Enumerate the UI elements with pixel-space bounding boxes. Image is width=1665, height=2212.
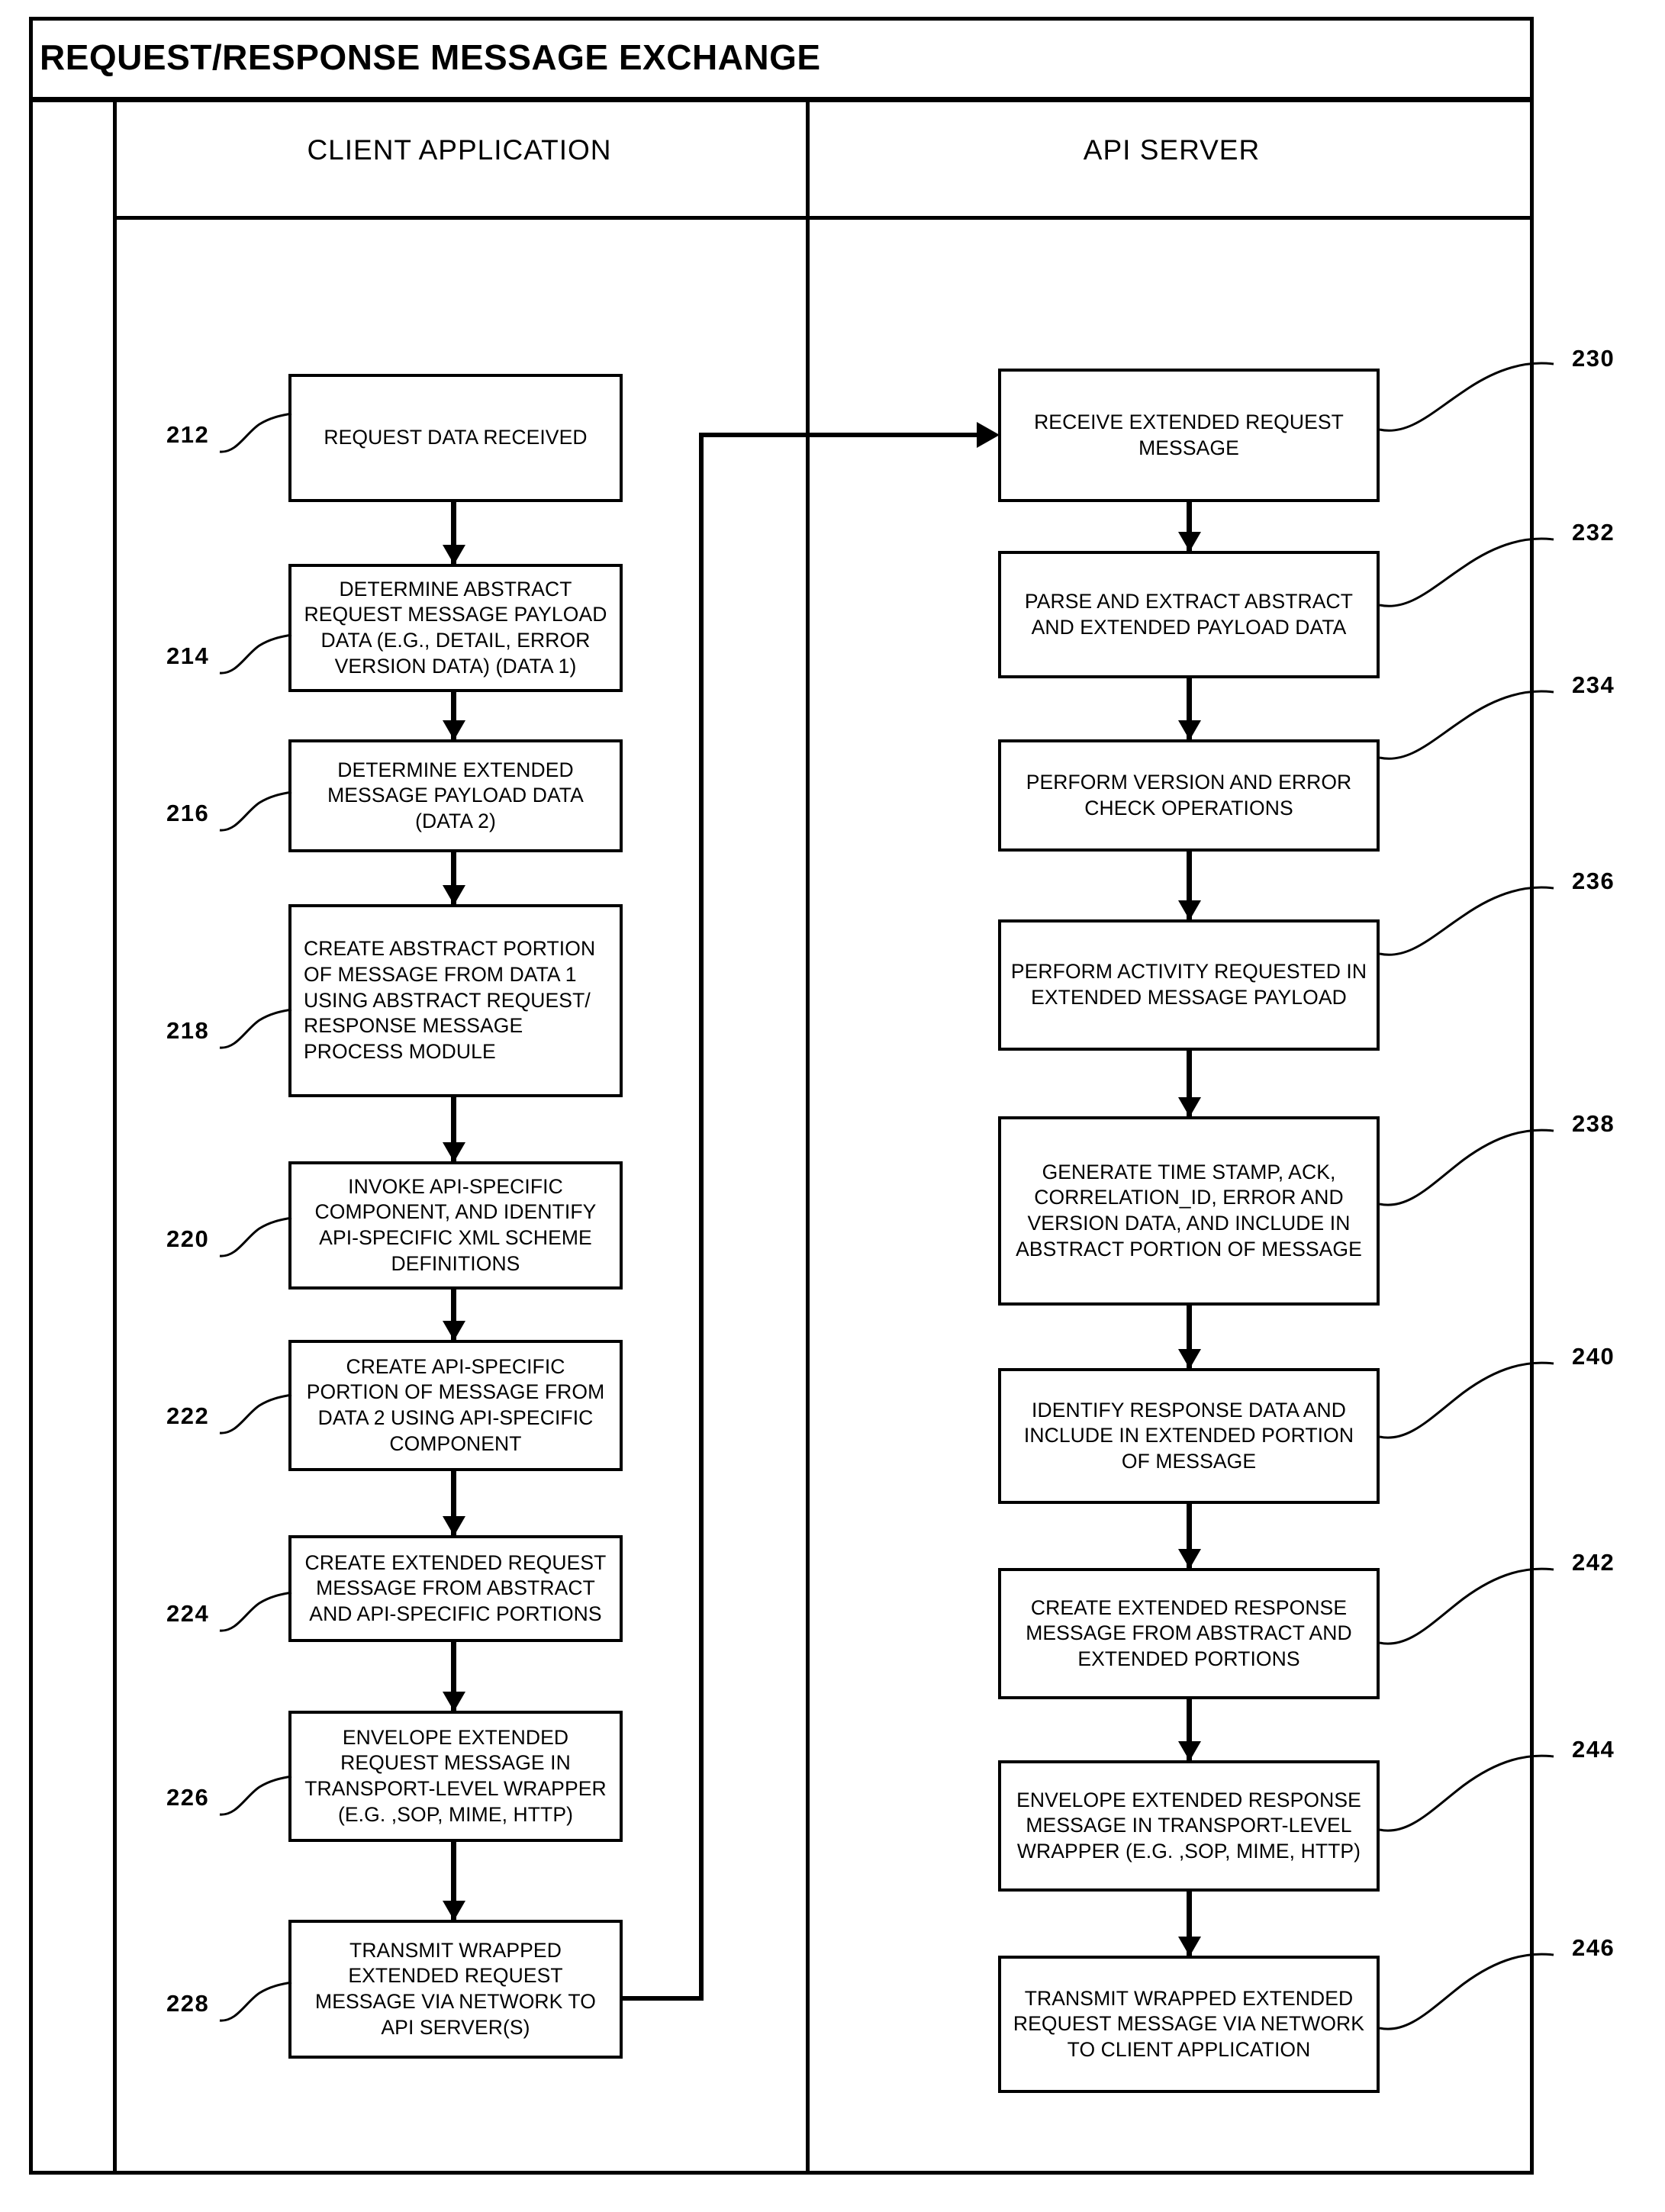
process-box-222[interactable]: CREATE API-SPECIFIC PORTION OF MESSAGE F… (288, 1340, 623, 1471)
process-box-244[interactable]: ENVELOPE EXTENDED RESPONSE MESSAGE IN TR… (998, 1760, 1380, 1892)
reference-numeral-242: 242 (1572, 1549, 1615, 1576)
arrow-220-to-222 (451, 1290, 456, 1340)
process-box-246-label: TRANSMIT WRAPPED EXTENDED REQUEST MESSAG… (1013, 1986, 1365, 2061)
process-box-226[interactable]: ENVELOPE EXTENDED REQUEST MESSAGE IN TRA… (288, 1711, 623, 1842)
leader-line-246 (1379, 1953, 1554, 2030)
process-box-212[interactable]: REQUEST DATA RECEIVED (288, 374, 623, 502)
arrow-240-to-242 (1187, 1504, 1192, 1568)
leader-line-244 (1379, 1754, 1554, 1832)
page-title: REQUEST/RESPONSE MESSAGE EXCHANGE (40, 37, 821, 77)
process-box-242[interactable]: CREATE EXTENDED RESPONSE MESSAGE FROM AB… (998, 1568, 1380, 1699)
process-box-228-label: TRANSMIT WRAPPED EXTENDED REQUEST MESSAG… (315, 1938, 596, 2039)
process-box-234[interactable]: PERFORM VERSION AND ERROR CHECK OPERATIO… (998, 739, 1380, 852)
leader-line-230 (1379, 362, 1554, 432)
process-box-222-label: CREATE API-SPECIFIC PORTION OF MESSAGE F… (306, 1354, 605, 1455)
reference-numeral-232: 232 (1572, 519, 1615, 546)
reference-numeral-226: 226 (166, 1784, 210, 1811)
process-box-242-label: CREATE EXTENDED RESPONSE MESSAGE FROM AB… (1026, 1595, 1352, 1670)
process-box-230[interactable]: RECEIVE EXTENDED REQUEST MESSAGE (998, 369, 1380, 502)
process-box-226-label: ENVELOPE EXTENDED REQUEST MESSAGE IN TRA… (304, 1725, 607, 1826)
arrow-216-to-218 (451, 852, 456, 904)
process-box-236-label: PERFORM ACTIVITY REQUESTED IN EXTENDED M… (1010, 960, 1367, 1009)
process-box-214[interactable]: DETERMINE ABSTRACT REQUEST MESSAGE PAYLO… (288, 564, 623, 692)
process-box-238[interactable]: GENERATE TIME STAMP, ACK, CORRELATION_ID… (998, 1116, 1380, 1306)
arrow-218-to-220 (451, 1097, 456, 1161)
process-box-236[interactable]: PERFORM ACTIVITY REQUESTED IN EXTENDED M… (998, 919, 1380, 1051)
lane-label-client-application: CLIENT APPLICATION (307, 134, 612, 166)
process-box-230-label: RECEIVE EXTENDED REQUEST MESSAGE (1034, 410, 1344, 459)
reference-numeral-236: 236 (1572, 868, 1615, 894)
process-box-224-label: CREATE EXTENDED REQUEST MESSAGE FROM ABS… (304, 1550, 607, 1625)
arrow-234-to-236 (1187, 852, 1192, 919)
leader-line-240 (1379, 1361, 1554, 1439)
reference-numeral-238: 238 (1572, 1110, 1615, 1137)
leader-line-222 (219, 1393, 292, 1434)
leader-line-228 (219, 1981, 292, 2022)
process-box-232-label: PARSE AND EXTRACT ABSTRACT AND EXTENDED … (1024, 589, 1354, 639)
process-box-220[interactable]: INVOKE API-SPECIFIC COMPONENT, AND IDENT… (288, 1161, 623, 1290)
leader-line-212 (219, 412, 292, 453)
connector-228-to-230-arrowhead (977, 422, 1000, 448)
connector-228-to-230-bottom-stub (623, 1996, 704, 2001)
arrow-242-to-244 (1187, 1699, 1192, 1760)
process-box-238-label: GENERATE TIME STAMP, ACK, CORRELATION_ID… (1016, 1160, 1362, 1261)
leader-line-234 (1379, 690, 1554, 760)
reference-numeral-216: 216 (166, 800, 210, 826)
process-box-232[interactable]: PARSE AND EXTRACT ABSTRACT AND EXTENDED … (998, 551, 1380, 678)
reference-numeral-220: 220 (166, 1225, 210, 1252)
reference-numeral-246: 246 (1572, 1934, 1615, 1961)
process-box-240-label: IDENTIFY RESPONSE DATA AND INCLUDE IN EX… (1023, 1398, 1354, 1473)
arrow-244-to-246 (1187, 1892, 1192, 1956)
leader-line-220 (219, 1216, 292, 1257)
arrow-236-to-238 (1187, 1051, 1192, 1116)
patent-figure-page: REQUEST/RESPONSE MESSAGE EXCHANGE CLIENT… (0, 0, 1665, 2212)
process-box-212-label: REQUEST DATA RECEIVED (324, 426, 588, 449)
reference-numeral-230: 230 (1572, 345, 1615, 372)
leader-line-218 (219, 1008, 292, 1049)
arrow-224-to-226 (451, 1642, 456, 1711)
arrow-238-to-240 (1187, 1306, 1192, 1368)
reference-numeral-240: 240 (1572, 1343, 1615, 1370)
process-box-246[interactable]: TRANSMIT WRAPPED EXTENDED REQUEST MESSAG… (998, 1956, 1380, 2093)
reference-numeral-224: 224 (166, 1600, 210, 1627)
leader-line-226 (219, 1775, 292, 1816)
arrow-222-to-224 (451, 1471, 456, 1535)
reference-numeral-222: 222 (166, 1402, 210, 1429)
leader-line-214 (219, 633, 292, 675)
leader-line-242 (1379, 1567, 1554, 1645)
arrow-226-to-228 (451, 1842, 456, 1920)
process-box-218[interactable]: CREATE ABSTRACT PORTION OF MESSAGE FROM … (288, 904, 623, 1097)
arrow-212-to-214 (451, 502, 456, 564)
lane-label-api-server: API SERVER (1083, 134, 1261, 166)
process-box-216[interactable]: DETERMINE EXTENDED MESSAGE PAYLOAD DATA … (288, 739, 623, 852)
swimlane-divider (806, 102, 810, 2175)
process-box-244-label: ENVELOPE EXTENDED RESPONSE MESSAGE IN TR… (1016, 1788, 1361, 1863)
reference-numeral-212: 212 (166, 421, 210, 448)
process-box-218-label: CREATE ABSTRACT PORTION OF MESSAGE FROM … (304, 937, 596, 1063)
leader-line-216 (219, 790, 292, 832)
process-box-214-label: DETERMINE ABSTRACT REQUEST MESSAGE PAYLO… (304, 577, 607, 678)
process-box-234-label: PERFORM VERSION AND ERROR CHECK OPERATIO… (1026, 770, 1352, 819)
leader-line-224 (219, 1591, 292, 1632)
leader-line-238 (1379, 1129, 1554, 1206)
process-box-228[interactable]: TRANSMIT WRAPPED EXTENDED REQUEST MESSAG… (288, 1920, 623, 2059)
figure-title-bar: REQUEST/RESPONSE MESSAGE EXCHANGE (29, 17, 1534, 102)
process-box-220-label: INVOKE API-SPECIFIC COMPONENT, AND IDENT… (314, 1174, 597, 1275)
connector-228-to-230-horizontal (699, 433, 981, 437)
leader-line-232 (1379, 537, 1554, 607)
swimlane-header-rule (113, 216, 1534, 220)
reference-numeral-214: 214 (166, 642, 210, 669)
reference-numeral-218: 218 (166, 1017, 210, 1044)
process-box-240[interactable]: IDENTIFY RESPONSE DATA AND INCLUDE IN EX… (998, 1368, 1380, 1504)
reference-numeral-228: 228 (166, 1990, 210, 2017)
reference-numeral-244: 244 (1572, 1736, 1615, 1763)
reference-numeral-234: 234 (1572, 671, 1615, 698)
process-box-216-label: DETERMINE EXTENDED MESSAGE PAYLOAD DATA … (327, 758, 584, 832)
connector-228-to-230-vertical (699, 433, 704, 2001)
leader-line-236 (1379, 886, 1554, 956)
arrow-230-to-232 (1187, 502, 1192, 551)
process-box-224[interactable]: CREATE EXTENDED REQUEST MESSAGE FROM ABS… (288, 1535, 623, 1642)
arrow-214-to-216 (451, 692, 456, 739)
arrow-232-to-234 (1187, 678, 1192, 739)
